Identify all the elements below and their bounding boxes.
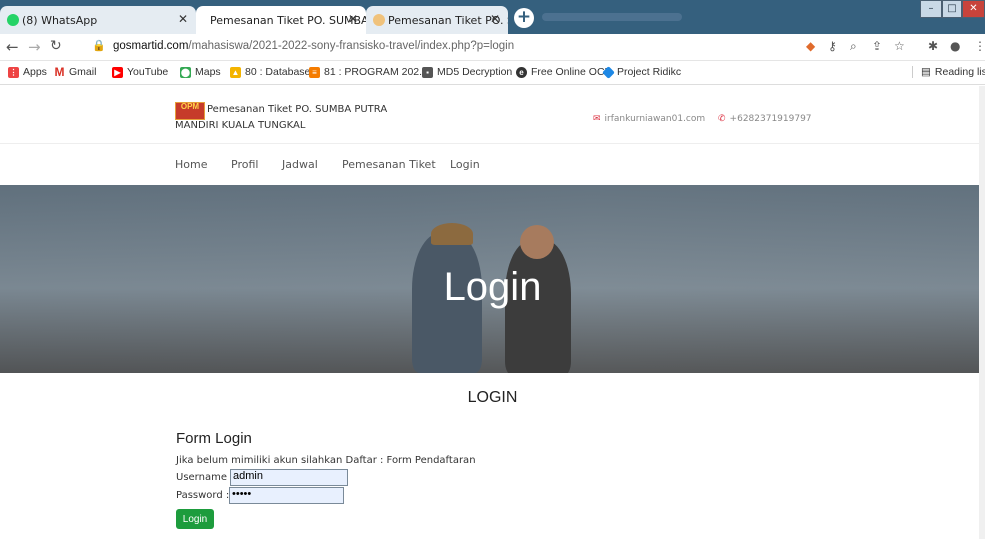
reading-list-button[interactable]: ▤ Reading list: [912, 66, 985, 78]
site-nav: Home Profil Jadwal Pemesanan Tiket Login: [0, 145, 985, 185]
username-label: Username :: [176, 472, 234, 483]
reading-list-icon: ▤: [921, 66, 931, 78]
bookmark-label: Maps: [195, 66, 221, 78]
maps-icon: ⬤: [180, 66, 191, 78]
reading-list-label: Reading list: [934, 66, 985, 78]
lock-icon: 🔒: [92, 39, 106, 52]
bookmark-youtube[interactable]: ▶ YouTube: [112, 66, 168, 78]
program-icon: ≡: [309, 66, 320, 78]
diamond-icon: [602, 65, 615, 79]
whatsapp-icon: [7, 14, 19, 26]
zoom-icon[interactable]: ⌕: [850, 39, 857, 54]
bookmark-label: YouTube: [127, 66, 169, 78]
star-icon[interactable]: ☆: [894, 39, 905, 53]
contact-email: ✉ irfankurniawan01.com: [593, 114, 705, 124]
form-hint: Jika belum mimiliki akun silahkan Daftar…: [176, 455, 476, 466]
bookmark-apps[interactable]: ⋮ Apps: [8, 66, 47, 78]
new-tab-button[interactable]: +: [514, 8, 534, 28]
gmail-icon: M: [54, 64, 65, 79]
phone-icon: ✆: [718, 114, 726, 124]
avatar-icon: [373, 14, 385, 26]
extension-icon[interactable]: ◆: [806, 39, 815, 53]
logo-text: OPM: [180, 102, 200, 111]
ocr-icon: e: [516, 66, 527, 78]
bookmarks-bar: ⋮ Apps M Gmail ▶ YouTube ⬤ Maps ▲ 80 : Databa…: [0, 61, 985, 85]
hero-hat: [431, 223, 473, 245]
url-path: /mahasiswa/2021-2022-sony-fransisko-trav…: [188, 40, 515, 52]
tab-whatsapp[interactable]: (8) WhatsApp ✕: [0, 6, 196, 34]
bookmark-maps[interactable]: ⬤ Maps: [180, 66, 221, 78]
contact-phone: ✆ +6282371919797: [718, 114, 812, 124]
form-title: Form Login: [176, 430, 252, 447]
bookmark-label: Gmail: [69, 66, 97, 78]
hero-banner: Login: [0, 185, 985, 373]
database-icon: ▲: [230, 66, 241, 78]
bookmark-label: 80 : Database: [245, 66, 311, 78]
key-icon[interactable]: ⚷: [828, 39, 837, 53]
bookmark-label: MD5 Decryption: [437, 66, 513, 78]
nav-profil[interactable]: Profil: [231, 158, 258, 171]
email-text: irfankurniawan01.com: [604, 114, 706, 124]
close-tab-icon[interactable]: ✕: [178, 12, 188, 26]
brand-name: Pemesanan Tiket PO. SUMBA PUTRA: [207, 104, 388, 115]
password-label: Password :: [176, 490, 230, 501]
phone-text: +6282371919797: [729, 114, 812, 124]
bookmark-md5[interactable]: ▪ MD5 Decryption: [422, 66, 512, 78]
bookmark-label: Project Ridikc: [617, 66, 682, 78]
tab-pemesanan[interactable]: Pemesanan Tiket PO. SUMBA PU ✕: [366, 6, 508, 34]
bookmark-project[interactable]: Project Ridikc: [602, 65, 682, 79]
nav-login[interactable]: Login: [450, 158, 480, 171]
password-input[interactable]: •••••: [229, 487, 344, 504]
site-header: OPM Pemesanan Tiket PO. SUMBA PUTRA MAND…: [0, 86, 985, 144]
bookmark-label: 81 : PROGRAM 202...: [324, 66, 428, 78]
envelope-icon: ✉: [593, 114, 601, 124]
site-logo[interactable]: OPM: [175, 102, 205, 120]
puzzle-icon[interactable]: ✱: [928, 39, 938, 53]
tab-title: Pemesanan Tiket PO. SUMBA PU: [210, 13, 366, 27]
hero-head: [520, 225, 554, 259]
login-button[interactable]: Login: [176, 509, 214, 529]
bookmark-ocr[interactable]: e Free Online OCR: [516, 66, 612, 78]
blurred-area: [542, 13, 682, 21]
close-tab-icon[interactable]: ✕: [490, 12, 500, 26]
youtube-icon: ▶: [112, 66, 123, 78]
tab-title: (8) WhatsApp: [22, 13, 98, 27]
tab-pemesanan-active[interactable]: Pemesanan Tiket PO. SUMBA PU ✕: [196, 6, 366, 34]
menu-icon[interactable]: ⋮: [974, 39, 985, 53]
bookmark-label: Apps: [23, 66, 47, 78]
scrollbar[interactable]: [979, 86, 985, 539]
nav-jadwal[interactable]: Jadwal: [282, 158, 318, 171]
share-icon[interactable]: ⇪: [872, 39, 882, 53]
bookmark-label: Free Online OCR: [531, 66, 613, 78]
nav-home[interactable]: Home: [175, 158, 207, 171]
browser-toolbar: ← → ↻ 🔒 gosmartid.com/mahasiswa/2021-202…: [0, 34, 985, 61]
username-input[interactable]: admin: [230, 469, 348, 486]
bookmark-program[interactable]: ≡ 81 : PROGRAM 202...: [309, 66, 428, 78]
reload-icon[interactable]: ↻: [50, 38, 62, 54]
forward-icon[interactable]: →: [28, 38, 41, 56]
maximize-button[interactable]: □: [942, 0, 962, 18]
profile-icon[interactable]: ●: [950, 39, 960, 53]
lock-icon: ▪: [422, 66, 433, 78]
bookmark-database[interactable]: ▲ 80 : Database: [230, 66, 310, 78]
section-title: LOGIN: [467, 389, 518, 406]
hero-title: Login: [443, 265, 542, 309]
url-domain: gosmartid.com: [113, 40, 189, 52]
close-tab-icon[interactable]: ✕: [348, 12, 358, 26]
nav-pemesanan-tiket[interactable]: Pemesanan Tiket: [342, 158, 436, 171]
address-bar[interactable]: gosmartid.com/mahasiswa/2021-2022-sony-f…: [113, 40, 514, 52]
back-icon[interactable]: ←: [6, 38, 19, 56]
bookmark-gmail[interactable]: M Gmail: [54, 66, 96, 78]
close-window-button[interactable]: ✕: [962, 0, 985, 18]
minimize-button[interactable]: –: [920, 0, 942, 18]
apps-grid-icon: ⋮: [8, 66, 19, 78]
brand-subtitle: MANDIRI KUALA TUNGKAL: [175, 120, 306, 131]
browser-titlebar: (8) WhatsApp ✕ Pemesanan Tiket PO. SUMBA…: [0, 0, 985, 34]
